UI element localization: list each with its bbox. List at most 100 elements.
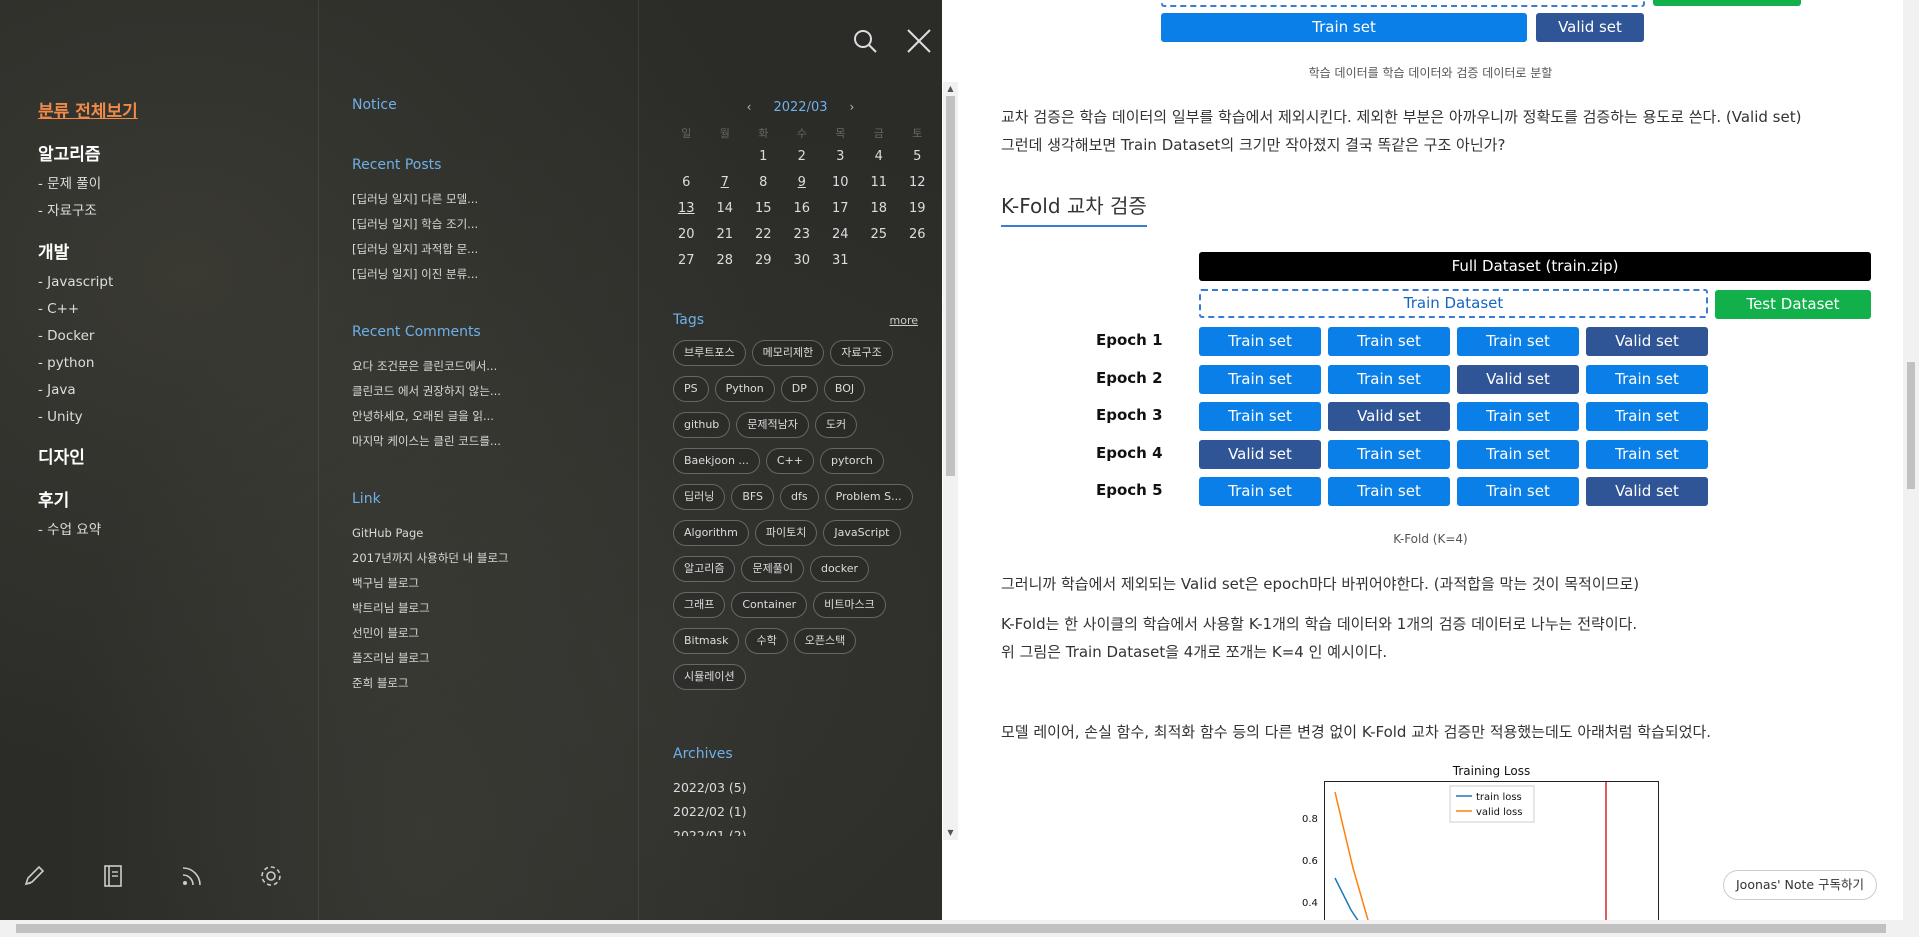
search-icon[interactable] bbox=[852, 28, 878, 58]
category-sub-item[interactable]: - 자료구조 bbox=[38, 198, 308, 225]
tag-chip[interactable]: 문제적남자 bbox=[736, 412, 809, 438]
page-vertical-scrollbar[interactable] bbox=[1903, 0, 1919, 920]
close-icon[interactable] bbox=[906, 28, 932, 58]
recent-comment-link[interactable]: 마지막 케이스는 클린 코드를... bbox=[352, 429, 592, 454]
category-title[interactable]: 디자인 bbox=[38, 443, 308, 468]
scrollbar-thumb[interactable] bbox=[16, 924, 1886, 933]
tag-chip[interactable]: 시뮬레이션 bbox=[673, 664, 746, 690]
category-sub-item[interactable]: - Javascript bbox=[38, 269, 308, 296]
external-link[interactable]: 2017년까지 사용하던 내 블로그 bbox=[352, 546, 592, 571]
tag-chip[interactable]: 그래프 bbox=[673, 592, 726, 618]
external-link[interactable]: 박트리님 블로그 bbox=[352, 596, 592, 621]
external-link[interactable]: GitHub Page bbox=[352, 521, 592, 546]
category-sub-item[interactable]: - Docker bbox=[38, 323, 308, 350]
archive-link[interactable]: 2022/01 (2) bbox=[673, 824, 928, 836]
tag-chip[interactable]: 수학 bbox=[745, 628, 788, 654]
y-tick-label: 0.8 bbox=[1302, 814, 1318, 825]
tag-chip[interactable]: 브루트포스 bbox=[673, 340, 746, 366]
tag-chip[interactable]: C++ bbox=[765, 448, 815, 474]
tags-more-link[interactable]: more bbox=[890, 314, 919, 327]
y-tick-label: 0.4 bbox=[1302, 898, 1318, 909]
calendar-day[interactable]: 9 bbox=[783, 170, 822, 196]
rss-icon[interactable] bbox=[180, 864, 204, 888]
calendar-day[interactable]: 13 bbox=[667, 196, 706, 222]
calendar-weekday: 목 bbox=[835, 127, 846, 140]
notice-heading[interactable]: Notice bbox=[352, 97, 632, 113]
category-sub-item[interactable]: - 수업 요약 bbox=[38, 517, 308, 544]
tag-chip[interactable]: 문제풀이 bbox=[741, 556, 804, 582]
train-set-cell: Train set bbox=[1586, 439, 1708, 469]
epoch-label: Epoch 4 bbox=[1096, 443, 1163, 462]
recent-post-link[interactable]: [딥러닝 일지] 이진 분류... bbox=[352, 262, 592, 287]
tag-chip[interactable]: Python bbox=[714, 376, 775, 402]
tag-chip[interactable]: 알고리즘 bbox=[673, 556, 736, 582]
tag-chip[interactable]: JavaScript bbox=[823, 520, 901, 546]
calendar-header: ‹ 2022/03 › bbox=[673, 98, 928, 116]
epoch-label: Epoch 1 bbox=[1096, 331, 1163, 349]
tag-chip[interactable]: BOJ bbox=[823, 376, 866, 402]
category-title[interactable]: 알고리즘 bbox=[38, 140, 308, 165]
tag-chip[interactable]: pytorch bbox=[820, 448, 884, 474]
tag-chip[interactable]: BFS bbox=[731, 484, 775, 510]
category-all-link[interactable]: 분류 전체보기 bbox=[38, 97, 138, 122]
train-set-cell: Train set bbox=[1199, 477, 1321, 506]
scrollbar-thumb[interactable] bbox=[1907, 362, 1915, 489]
category-sub-item[interactable]: - python bbox=[38, 350, 308, 377]
tag-chip[interactable]: 오픈스택 bbox=[793, 628, 857, 654]
tag-chip[interactable]: 비트마스크 bbox=[813, 592, 886, 618]
calendar-day: 8 bbox=[759, 175, 768, 190]
tag-chip[interactable]: 메모리제한 bbox=[751, 340, 825, 366]
recent-comment-link[interactable]: 요다 조건문은 클린코드에서... bbox=[352, 354, 592, 379]
archive-link[interactable]: 2022/02 (1) bbox=[673, 800, 928, 824]
category-title[interactable]: 후기 bbox=[38, 486, 308, 511]
gear-icon[interactable] bbox=[259, 864, 283, 888]
external-link[interactable]: 백구님 블로그 bbox=[352, 571, 592, 596]
train-set-cell: Train set bbox=[1586, 402, 1708, 431]
tag-chip[interactable]: Baekjoon ... bbox=[673, 448, 760, 474]
sidebar-scrollbar[interactable]: ▲ ▼ bbox=[943, 82, 958, 840]
page-horizontal-scrollbar[interactable] bbox=[0, 920, 1919, 937]
notebook-icon[interactable] bbox=[101, 864, 125, 888]
tag-chip[interactable]: 파이토치 bbox=[754, 520, 818, 546]
tag-chip[interactable]: PS bbox=[673, 376, 709, 402]
calendar-next-button[interactable]: › bbox=[850, 100, 855, 114]
category-sub-item[interactable]: - 문제 풀이 bbox=[38, 171, 308, 198]
tag-chip[interactable]: Problem S... bbox=[824, 484, 913, 510]
tag-chip[interactable]: docker bbox=[809, 556, 869, 582]
calendar-prev-button[interactable]: ‹ bbox=[747, 100, 752, 114]
category-sub-item[interactable]: - C++ bbox=[38, 296, 308, 323]
category-title[interactable]: 개발 bbox=[38, 238, 308, 263]
recent-post-link[interactable]: [딥러닝 일지] 학습 조기... bbox=[352, 212, 592, 237]
tag-chip[interactable]: dfs bbox=[780, 484, 819, 510]
calendar-day: 3 bbox=[836, 149, 845, 164]
tag-chip[interactable]: DP bbox=[780, 376, 818, 402]
calendar-day[interactable]: 7 bbox=[706, 170, 745, 196]
train-set-cell: Train set bbox=[1457, 477, 1579, 506]
scrollbar-thumb[interactable] bbox=[946, 96, 955, 476]
calendar-day: 23 bbox=[793, 227, 811, 242]
archive-link[interactable]: 2022/03 (5) bbox=[673, 776, 928, 800]
tag-chip[interactable]: github bbox=[673, 412, 731, 438]
scroll-up-arrow[interactable]: ▲ bbox=[943, 82, 958, 96]
calendar-month[interactable]: 2022/03 bbox=[773, 100, 827, 115]
tag-chip[interactable]: 자료구조 bbox=[830, 340, 893, 366]
tag-chip[interactable]: 도커 bbox=[814, 412, 858, 438]
tag-chip[interactable]: Container bbox=[731, 592, 808, 618]
external-link[interactable]: 플즈리님 블로그 bbox=[352, 646, 592, 671]
pencil-icon[interactable] bbox=[22, 864, 46, 888]
tag-chip[interactable]: Bitmask bbox=[673, 628, 740, 654]
recent-post-link[interactable]: [딥러닝 일지] 다른 모델... bbox=[352, 187, 592, 212]
external-link[interactable]: 준희 블로그 bbox=[352, 671, 592, 696]
tag-chip[interactable]: Algorithm bbox=[673, 520, 749, 546]
recent-comment-link[interactable]: 안녕하세요, 오래된 글을 읽... bbox=[352, 404, 592, 429]
category-sub-item[interactable]: - Java bbox=[38, 377, 308, 404]
scroll-down-arrow[interactable]: ▼ bbox=[943, 826, 958, 840]
external-link[interactable]: 선민이 블로그 bbox=[352, 621, 592, 646]
column-divider bbox=[638, 0, 639, 920]
tag-chip[interactable]: 딥러닝 bbox=[673, 484, 726, 510]
green-box-fragment bbox=[1653, 0, 1801, 6]
category-sub-item[interactable]: - Unity bbox=[38, 404, 308, 431]
recent-post-link[interactable]: [딥러닝 일지] 과적합 문... bbox=[352, 237, 592, 262]
recent-comment-link[interactable]: 클린코드 에서 권장하지 않는... bbox=[352, 379, 592, 404]
subscribe-button[interactable]: Joonas' Note 구독하기 bbox=[1723, 870, 1878, 900]
